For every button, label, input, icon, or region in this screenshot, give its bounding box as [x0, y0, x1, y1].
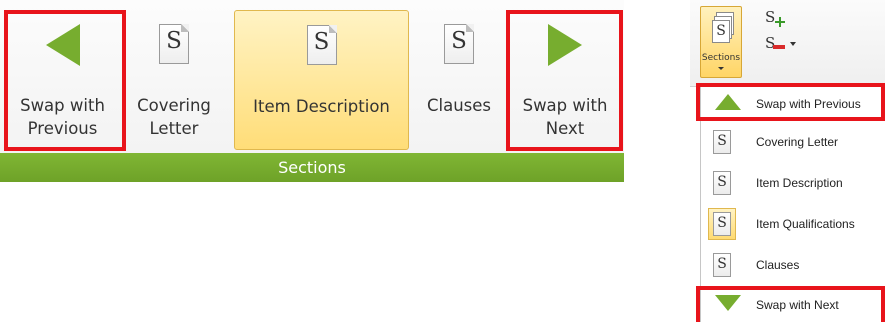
add-section-icon[interactable]: S	[765, 8, 787, 30]
document-s-icon: S	[306, 25, 337, 65]
sections-ribbon-group: Swap with Previous S Covering Letter S I…	[0, 0, 624, 182]
swap-with-previous-button[interactable]: Swap with Previous	[10, 10, 115, 150]
document-s-icon: S	[713, 212, 731, 236]
covering-letter-label: Covering Letter	[137, 96, 211, 138]
swap-with-next-label: Swap with Next	[522, 96, 608, 138]
menu-item-item-qualifications[interactable]: S Item Qualifications	[701, 206, 885, 242]
remove-section-icon[interactable]: S	[765, 34, 799, 56]
swap-with-next-button[interactable]: Swap with Next	[508, 10, 622, 150]
document-s-icon: S	[444, 24, 474, 64]
menu-item-covering-letter[interactable]: S Covering Letter	[701, 124, 885, 160]
document-s-icon: S	[159, 24, 189, 64]
item-description-button[interactable]: S Item Description	[234, 10, 409, 150]
document-s-icon: S	[713, 253, 731, 277]
triangle-right-icon	[548, 24, 582, 70]
menu-item-clauses[interactable]: S Clauses	[701, 247, 885, 283]
triangle-down-icon	[715, 295, 741, 315]
swap-with-previous-label: Swap with Previous	[20, 96, 105, 138]
sections-dropdown-label: Sections	[701, 53, 741, 63]
sections-dropdown-button[interactable]: S Sections	[700, 6, 742, 78]
chevron-down-icon	[790, 42, 796, 46]
group-label: Sections	[0, 153, 624, 182]
menu-item-swap-with-next[interactable]: Swap with Next	[701, 287, 885, 323]
clauses-label: Clauses	[426, 96, 492, 115]
clauses-button[interactable]: S Clauses	[414, 10, 504, 150]
menu-item-item-description[interactable]: S Item Description	[701, 165, 885, 201]
triangle-left-icon	[45, 24, 80, 70]
document-s-icon: S	[713, 130, 731, 154]
covering-letter-button[interactable]: S Covering Letter	[122, 10, 226, 150]
document-s-icon: S	[713, 171, 731, 195]
menu-item-swap-with-previous[interactable]: Swap with Previous	[701, 86, 885, 122]
item-description-label: Item Description	[253, 97, 390, 116]
triangle-up-icon	[715, 94, 741, 114]
sections-dropdown-menu: Swap with Previous S Covering Letter S I…	[700, 86, 885, 322]
chevron-down-icon	[718, 67, 724, 70]
